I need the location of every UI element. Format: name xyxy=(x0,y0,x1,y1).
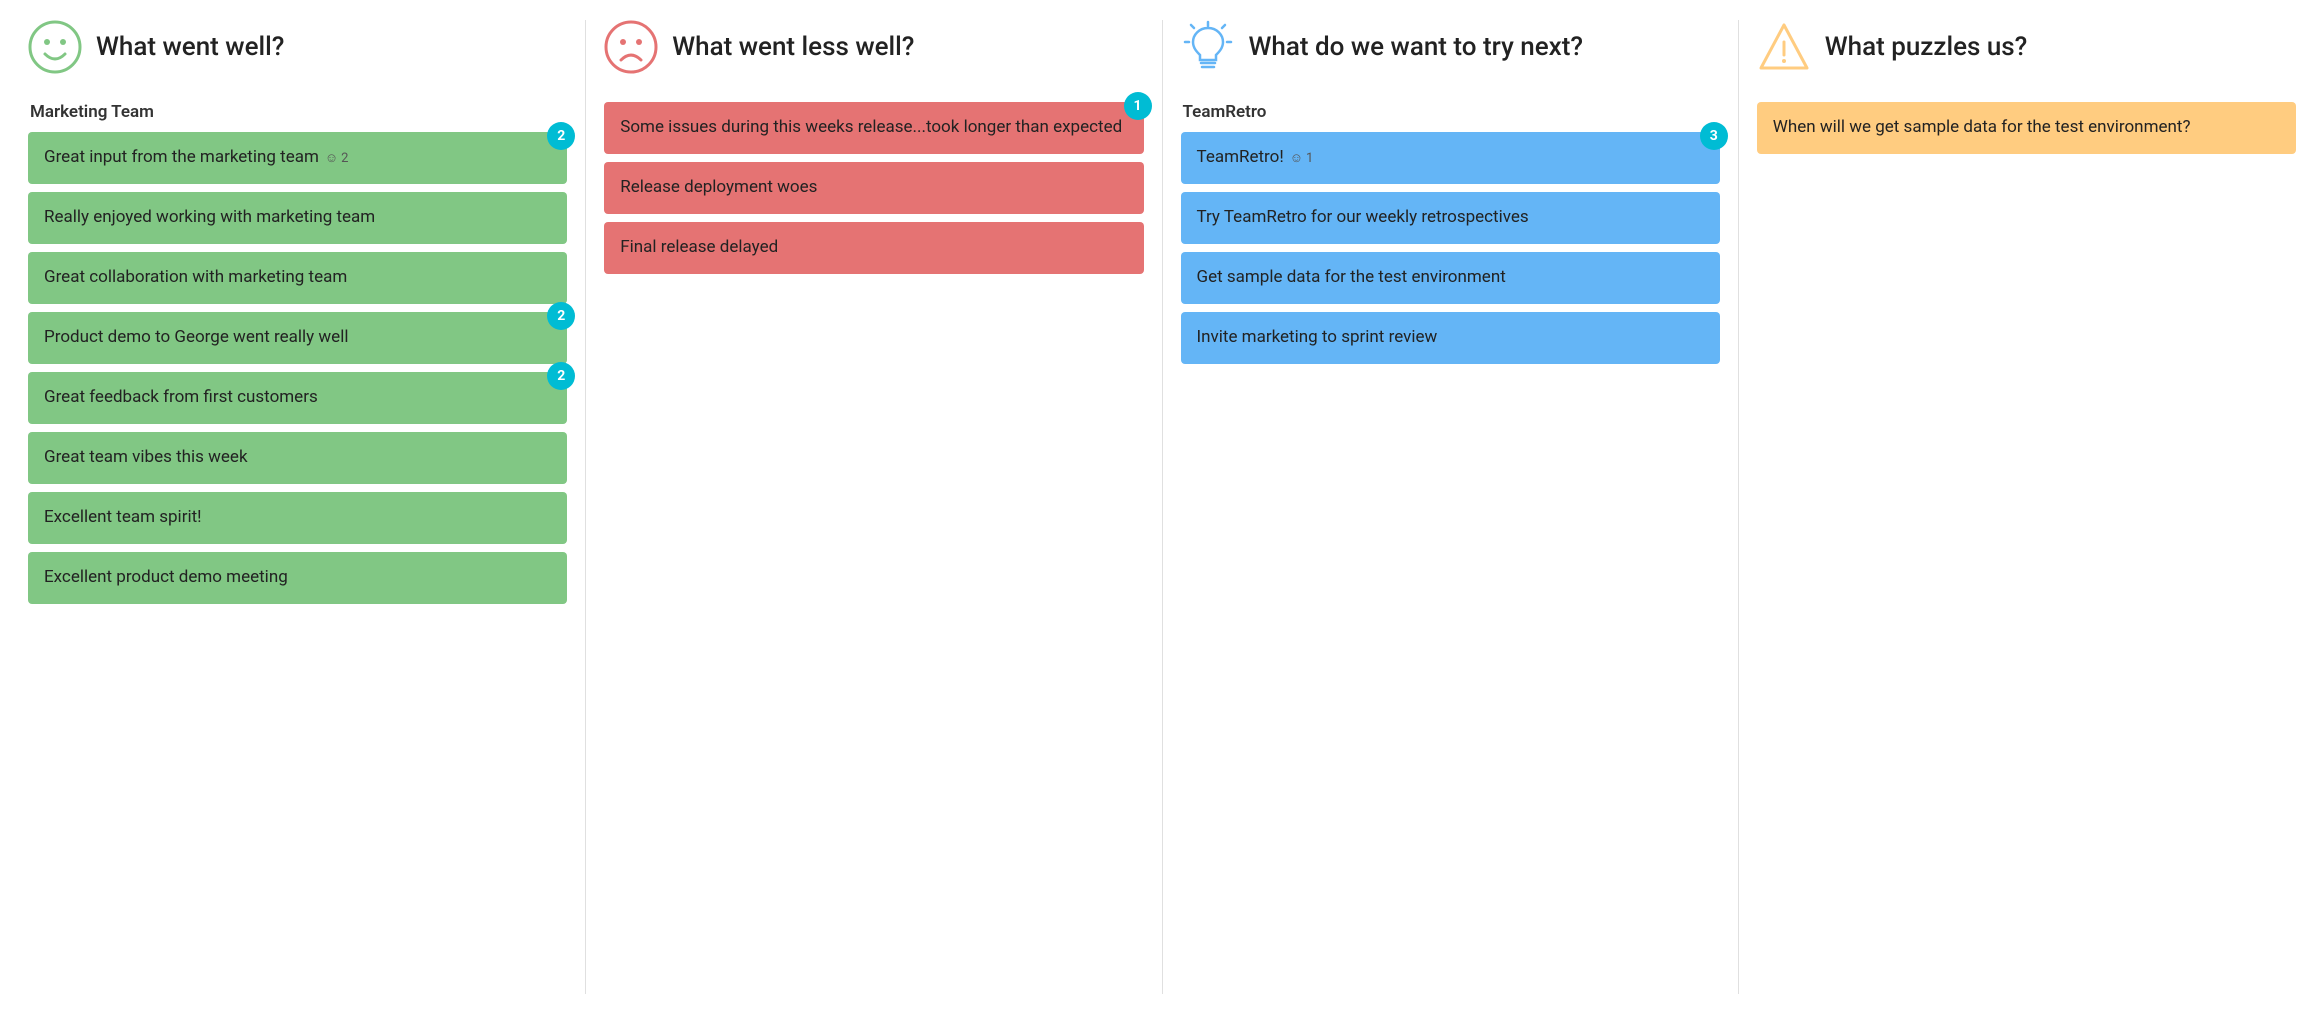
card-wrapper: Excellent team spirit! xyxy=(28,492,567,544)
card-wrapper: TeamRetro!☺13 xyxy=(1181,132,1720,184)
card-wrapper: Release deployment woes xyxy=(604,162,1143,214)
list-item[interactable]: Great team vibes this week xyxy=(28,432,567,484)
list-item[interactable]: Excellent product demo meeting xyxy=(28,552,567,604)
column-title-went-less-well: What went less well? xyxy=(672,32,914,62)
card-wrapper: Some issues during this weeks release...… xyxy=(604,102,1143,154)
list-item[interactable]: Excellent team spirit! xyxy=(28,492,567,544)
card-text: Invite marketing to sprint review xyxy=(1197,326,1438,350)
card-text: Excellent product demo meeting xyxy=(44,566,288,590)
column-went-less-well: What went less well? Some issues during t… xyxy=(586,20,1162,994)
card-wrapper: Excellent product demo meeting xyxy=(28,552,567,604)
card-wrapper: Great collaboration with marketing team xyxy=(28,252,567,304)
list-item[interactable]: When will we get sample data for the tes… xyxy=(1757,102,2296,154)
column-header-puzzles: What puzzles us? xyxy=(1757,20,2296,74)
list-item[interactable]: Some issues during this weeks release...… xyxy=(604,102,1143,154)
section-label-try-next-0: TeamRetro xyxy=(1181,102,1720,122)
card-text: Great feedback from first customers xyxy=(44,386,318,410)
card-wrapper: Invite marketing to sprint review xyxy=(1181,312,1720,364)
card-wrapper: Get sample data for the test environment xyxy=(1181,252,1720,304)
vote-badge: 1 xyxy=(1124,92,1152,120)
vote-badge: 2 xyxy=(547,302,575,330)
list-item[interactable]: Product demo to George went really well xyxy=(28,312,567,364)
column-title-puzzles: What puzzles us? xyxy=(1825,32,2028,62)
card-wrapper: Product demo to George went really well2 xyxy=(28,312,567,364)
vote-count: ☺1 xyxy=(1290,150,1314,168)
card-text: Product demo to George went really well xyxy=(44,326,348,350)
card-text: Release deployment woes xyxy=(620,176,817,200)
list-item[interactable]: Great input from the marketing team ☺2 xyxy=(28,132,567,184)
card-text: TeamRetro! xyxy=(1197,146,1284,170)
vote-badge: 2 xyxy=(547,362,575,390)
bulb-icon xyxy=(1181,20,1235,74)
card-wrapper: Try TeamRetro for our weekly retrospecti… xyxy=(1181,192,1720,244)
card-wrapper: Really enjoyed working with marketing te… xyxy=(28,192,567,244)
card-wrapper: When will we get sample data for the tes… xyxy=(1757,102,2296,154)
column-title-try-next: What do we want to try next? xyxy=(1249,32,1584,62)
list-item[interactable]: Great feedback from first customers xyxy=(28,372,567,424)
vote-badge: 2 xyxy=(547,122,575,150)
column-try-next: What do we want to try next? TeamRetro Tea… xyxy=(1163,20,1739,994)
card-wrapper: Great input from the marketing team☺22 xyxy=(28,132,567,184)
smiley-icon xyxy=(28,20,82,74)
list-item[interactable]: Release deployment woes xyxy=(604,162,1143,214)
sad-icon xyxy=(604,20,658,74)
column-header-went-well: What went well? xyxy=(28,20,567,74)
vote-badge: 3 xyxy=(1700,122,1728,150)
card-text: Great team vibes this week xyxy=(44,446,248,470)
vote-count: ☺2 xyxy=(325,150,349,168)
card-text: Try TeamRetro for our weekly retrospecti… xyxy=(1197,206,1529,230)
column-puzzles: What puzzles us? When will we get sample … xyxy=(1739,20,2314,994)
column-header-try-next: What do we want to try next? xyxy=(1181,20,1720,74)
column-went-well: What went well? Marketing Team Great input… xyxy=(10,20,586,994)
column-title-went-well: What went well? xyxy=(96,32,284,62)
card-wrapper: Final release delayed xyxy=(604,222,1143,274)
card-text: Get sample data for the test environment xyxy=(1197,266,1506,290)
list-item[interactable]: Try TeamRetro for our weekly retrospecti… xyxy=(1181,192,1720,244)
card-text: When will we get sample data for the tes… xyxy=(1773,116,2191,140)
card-wrapper: Great team vibes this week xyxy=(28,432,567,484)
list-item[interactable]: Invite marketing to sprint review xyxy=(1181,312,1720,364)
card-text: Some issues during this weeks release...… xyxy=(620,116,1122,140)
list-item[interactable]: TeamRetro! ☺1 xyxy=(1181,132,1720,184)
section-label-went-well-0: Marketing Team xyxy=(28,102,567,122)
list-item[interactable]: Great collaboration with marketing team xyxy=(28,252,567,304)
list-item[interactable]: Final release delayed xyxy=(604,222,1143,274)
list-item[interactable]: Get sample data for the test environment xyxy=(1181,252,1720,304)
vote-icon: ☺ xyxy=(1290,150,1303,168)
column-header-went-less-well: What went less well? xyxy=(604,20,1143,74)
card-text: Great collaboration with marketing team xyxy=(44,266,347,290)
card-text: Really enjoyed working with marketing te… xyxy=(44,206,375,230)
vote-icon: ☺ xyxy=(325,150,338,168)
list-item[interactable]: Really enjoyed working with marketing te… xyxy=(28,192,567,244)
card-text: Great input from the marketing team xyxy=(44,146,319,170)
card-wrapper: Great feedback from first customers2 xyxy=(28,372,567,424)
card-text: Excellent team spirit! xyxy=(44,506,202,530)
card-text: Final release delayed xyxy=(620,236,778,260)
warning-icon xyxy=(1757,20,1811,74)
